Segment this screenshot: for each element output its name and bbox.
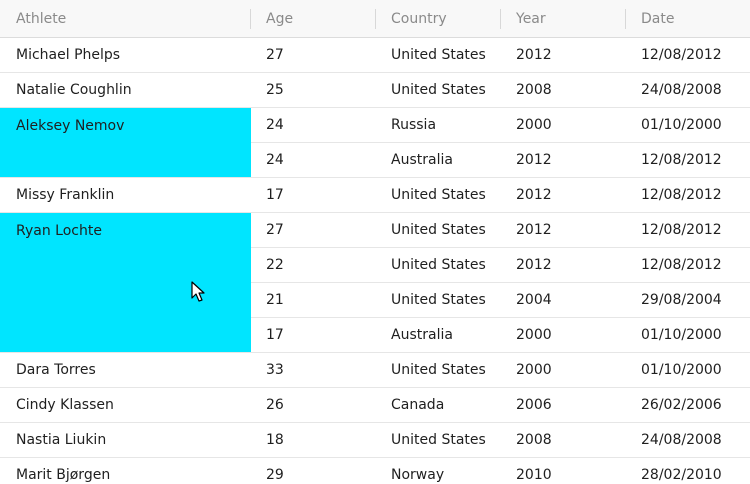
athlete-cell[interactable]: Cindy Klassen [0, 388, 250, 423]
column-header-date[interactable]: Date [625, 0, 750, 38]
date-cell[interactable]: 24/08/2008 [625, 423, 750, 458]
date-cell[interactable]: 01/10/2000 [625, 353, 750, 388]
athlete-cell[interactable]: Natalie Coughlin [0, 73, 250, 108]
date-cell[interactable]: 12/08/2012 [625, 178, 750, 213]
date-cell[interactable]: 01/10/2000 [625, 108, 750, 143]
country-cell[interactable]: United States [375, 178, 500, 213]
athlete-cell-spanned[interactable]: Aleksey Nemov [0, 108, 251, 177]
date-cell[interactable]: 01/10/2000 [625, 318, 750, 353]
country-cell[interactable]: Norway [375, 458, 500, 484]
age-cell[interactable]: 26 [250, 388, 375, 423]
year-cell[interactable]: 2006 [500, 388, 625, 423]
country-cell[interactable]: United States [375, 353, 500, 388]
year-cell[interactable]: 2008 [500, 73, 625, 108]
year-cell[interactable]: 2004 [500, 283, 625, 318]
date-cell[interactable]: 12/08/2012 [625, 143, 750, 178]
age-cell[interactable]: 24 [250, 108, 375, 143]
country-cell[interactable]: United States [375, 283, 500, 318]
mouse-pointer-icon [191, 281, 205, 302]
column-header-age[interactable]: Age [250, 0, 375, 38]
country-cell[interactable]: Australia [375, 318, 500, 353]
year-cell[interactable]: 2012 [500, 143, 625, 178]
age-cell[interactable]: 27 [250, 213, 375, 248]
age-cell[interactable]: 27 [250, 38, 375, 73]
athlete-cell[interactable]: Dara Torres [0, 353, 250, 388]
year-cell[interactable]: 2012 [500, 38, 625, 73]
column-header-year[interactable]: Year [500, 0, 625, 38]
country-cell[interactable]: United States [375, 38, 500, 73]
country-cell[interactable]: Australia [375, 143, 500, 178]
country-cell[interactable]: United States [375, 248, 500, 283]
age-cell[interactable]: 17 [250, 178, 375, 213]
year-cell[interactable]: 2012 [500, 213, 625, 248]
age-cell[interactable]: 21 [250, 283, 375, 318]
date-cell[interactable]: 12/08/2012 [625, 213, 750, 248]
column-header-country[interactable]: Country [375, 0, 500, 38]
column-header-athlete[interactable]: Athlete [0, 0, 250, 38]
year-cell[interactable]: 2012 [500, 248, 625, 283]
date-cell[interactable]: 12/08/2012 [625, 248, 750, 283]
age-cell[interactable]: 18 [250, 423, 375, 458]
year-cell[interactable]: 2008 [500, 423, 625, 458]
country-cell[interactable]: Canada [375, 388, 500, 423]
athlete-cell[interactable]: Nastia Liukin [0, 423, 250, 458]
year-cell[interactable]: 2012 [500, 178, 625, 213]
country-cell[interactable]: United States [375, 213, 500, 248]
athlete-cell[interactable]: Marit Bjørgen [0, 458, 250, 484]
age-cell[interactable]: 25 [250, 73, 375, 108]
year-cell[interactable]: 2000 [500, 108, 625, 143]
country-cell[interactable]: Russia [375, 108, 500, 143]
age-cell[interactable]: 33 [250, 353, 375, 388]
year-cell[interactable]: 2010 [500, 458, 625, 484]
country-cell[interactable]: United States [375, 423, 500, 458]
age-cell[interactable]: 29 [250, 458, 375, 484]
athlete-cell[interactable]: Michael Phelps [0, 38, 250, 73]
date-cell[interactable]: 29/08/2004 [625, 283, 750, 318]
country-cell[interactable]: United States [375, 73, 500, 108]
age-cell[interactable]: 24 [250, 143, 375, 178]
year-cell[interactable]: 2000 [500, 318, 625, 353]
athlete-cell-spanned[interactable]: Ryan Lochte [0, 213, 251, 352]
date-cell[interactable]: 12/08/2012 [625, 38, 750, 73]
date-cell[interactable]: 24/08/2008 [625, 73, 750, 108]
data-grid: Athlete Age Country Year Date 27 United S… [0, 0, 750, 484]
age-cell[interactable]: 17 [250, 318, 375, 353]
grid-header: Athlete Age Country Year Date [0, 0, 750, 38]
age-cell[interactable]: 22 [250, 248, 375, 283]
date-cell[interactable]: 26/02/2006 [625, 388, 750, 423]
year-cell[interactable]: 2000 [500, 353, 625, 388]
athlete-cell[interactable]: Missy Franklin [0, 178, 250, 213]
date-cell[interactable]: 28/02/2010 [625, 458, 750, 484]
